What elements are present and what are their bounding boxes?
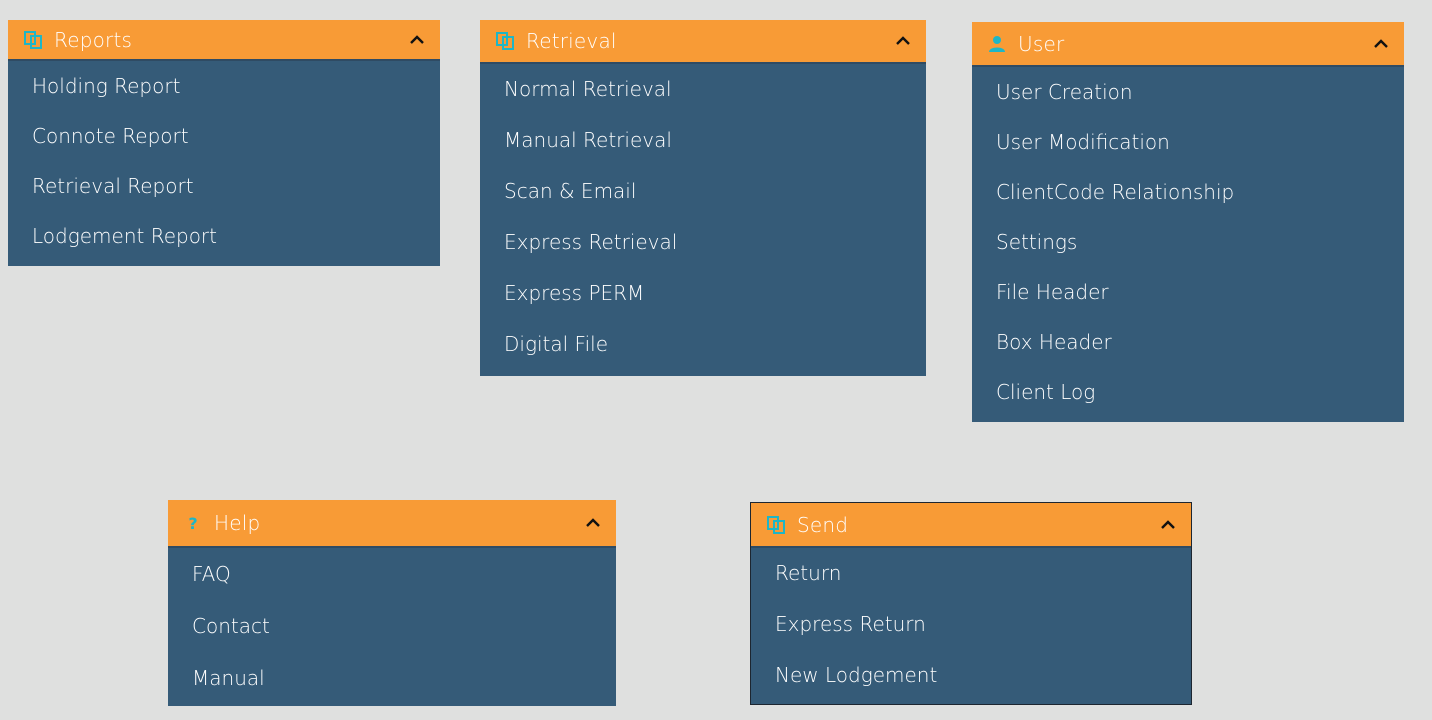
menu-item-new-lodgement[interactable]: New Lodgement	[751, 650, 1191, 701]
chevron-up-icon[interactable]	[582, 512, 604, 534]
help-menu: FAQ Contact Manual	[168, 548, 616, 704]
menu-item-holding-report[interactable]: Holding Report	[8, 61, 440, 111]
menu-item-retrieval-report[interactable]: Retrieval Report	[8, 161, 440, 211]
menu-item-normal-retrieval[interactable]: Normal Retrieval	[480, 64, 926, 115]
chevron-up-icon[interactable]	[1157, 514, 1179, 536]
reports-panel: Reports Holding Report Connote Report Re…	[8, 20, 440, 266]
retrieval-menu: Normal Retrieval Manual Retrieval Scan &…	[480, 64, 926, 370]
menu-item-lodgement-report[interactable]: Lodgement Report	[8, 211, 440, 261]
reports-title: Reports	[54, 27, 133, 52]
retrieval-panel: Retrieval Normal Retrieval Manual Retrie…	[480, 20, 926, 376]
menu-item-manual-retrieval[interactable]: Manual Retrieval	[480, 115, 926, 166]
user-panel: User User Creation User Modification Cli…	[972, 22, 1404, 422]
reports-menu: Holding Report Connote Report Retrieval …	[8, 61, 440, 261]
retrieval-title: Retrieval	[526, 29, 617, 53]
menu-item-express-retrieval[interactable]: Express Retrieval	[480, 217, 926, 268]
menu-item-express-return[interactable]: Express Return	[751, 599, 1191, 650]
menu-item-express-perm[interactable]: Express PERM	[480, 268, 926, 319]
menu-item-scan-email[interactable]: Scan & Email	[480, 166, 926, 217]
copy-icon	[765, 514, 787, 536]
menu-item-manual[interactable]: Manual	[168, 652, 616, 704]
menu-item-faq[interactable]: FAQ	[168, 548, 616, 600]
reports-panel-header[interactable]: Reports	[8, 20, 440, 61]
menu-item-clientcode-relationship[interactable]: ClientCode Relationship	[972, 167, 1404, 217]
menu-item-contact[interactable]: Contact	[168, 600, 616, 652]
menu-item-client-log[interactable]: Client Log	[972, 367, 1404, 417]
copy-icon	[494, 30, 516, 52]
menu-item-connote-report[interactable]: Connote Report	[8, 111, 440, 161]
user-icon	[986, 33, 1008, 55]
user-menu: User Creation User Modification ClientCo…	[972, 67, 1404, 417]
menu-item-return[interactable]: Return	[751, 548, 1191, 599]
menu-item-user-creation[interactable]: User Creation	[972, 67, 1404, 117]
copy-icon	[22, 29, 44, 51]
send-panel: Send Return Express Return New Lodgement	[750, 502, 1192, 705]
user-panel-header[interactable]: User	[972, 22, 1404, 67]
menu-item-box-header[interactable]: Box Header	[972, 317, 1404, 367]
help-panel: ? Help FAQ Contact Manual	[168, 500, 616, 706]
question-icon: ?	[188, 513, 198, 533]
menu-item-file-header[interactable]: File Header	[972, 267, 1404, 317]
chevron-up-icon[interactable]	[406, 29, 428, 51]
menu-item-digital-file[interactable]: Digital File	[480, 319, 926, 370]
send-title: Send	[797, 512, 849, 537]
send-panel-header[interactable]: Send	[751, 503, 1191, 548]
user-title: User	[1018, 31, 1065, 56]
chevron-up-icon[interactable]	[1370, 33, 1392, 55]
retrieval-panel-header[interactable]: Retrieval	[480, 20, 926, 64]
menu-item-user-modification[interactable]: User Modification	[972, 117, 1404, 167]
send-menu: Return Express Return New Lodgement	[751, 548, 1191, 701]
help-panel-header[interactable]: ? Help	[168, 500, 616, 548]
help-title: Help	[214, 511, 261, 535]
chevron-up-icon[interactable]	[892, 30, 914, 52]
menu-item-settings[interactable]: Settings	[972, 217, 1404, 267]
